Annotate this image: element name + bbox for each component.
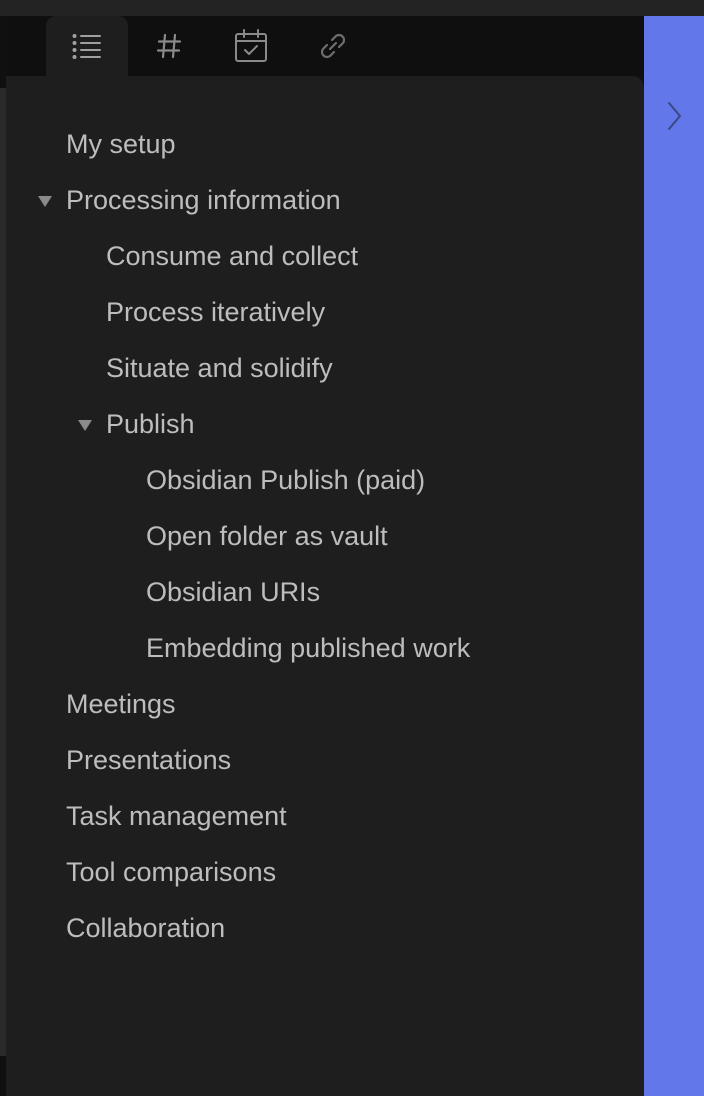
outline-item-meetings[interactable]: Meetings bbox=[66, 684, 176, 724]
outline-item-my-setup[interactable]: My setup bbox=[66, 124, 176, 164]
collapse-sidebar-button[interactable] bbox=[656, 96, 692, 136]
outline-item-collaboration[interactable]: Collaboration bbox=[66, 908, 225, 948]
link-icon bbox=[320, 33, 346, 59]
outline-item-situate-and-solidify[interactable]: Situate and solidify bbox=[106, 348, 333, 388]
list-icon bbox=[72, 34, 101, 59]
window-top-bar bbox=[0, 0, 704, 16]
caret-down-icon[interactable] bbox=[38, 196, 52, 207]
tab-outline[interactable] bbox=[46, 16, 128, 76]
hash-icon bbox=[156, 33, 182, 59]
outline-item-task-management[interactable]: Task management bbox=[66, 796, 287, 836]
caret-down-icon[interactable] bbox=[78, 420, 92, 431]
right-pane bbox=[644, 16, 704, 1096]
outline-item-consume-and-collect[interactable]: Consume and collect bbox=[106, 236, 358, 276]
outline-item-obsidian-publish[interactable]: Obsidian Publish (paid) bbox=[146, 460, 425, 500]
outline-item-open-folder-as-vault[interactable]: Open folder as vault bbox=[146, 516, 388, 556]
outline-item-publish[interactable]: Publish bbox=[106, 404, 195, 444]
outline-item-presentations[interactable]: Presentations bbox=[66, 740, 231, 780]
tab-calendar[interactable] bbox=[210, 16, 292, 76]
outline-item-embedding-published-work[interactable]: Embedding published work bbox=[146, 628, 470, 668]
tab-links[interactable] bbox=[292, 16, 374, 76]
outline-item-process-iteratively[interactable]: Process iteratively bbox=[106, 292, 325, 332]
chevron-right-icon bbox=[668, 102, 681, 130]
outline-item-obsidian-uris[interactable]: Obsidian URIs bbox=[146, 572, 320, 612]
outline-item-tool-comparisons[interactable]: Tool comparisons bbox=[66, 852, 276, 892]
tab-tags[interactable] bbox=[128, 16, 210, 76]
outline-item-processing-information[interactable]: Processing information bbox=[66, 180, 341, 220]
calendar-check-icon bbox=[235, 29, 267, 62]
